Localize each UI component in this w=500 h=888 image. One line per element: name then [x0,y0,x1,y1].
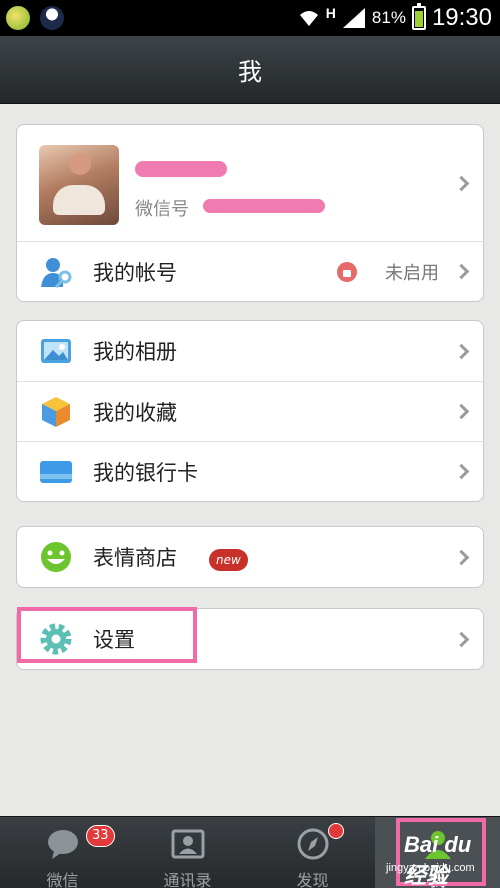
bank-card-icon [40,460,72,483]
tab-chats[interactable]: 33 微信 [0,817,125,888]
baidu-jingyan-watermark: Bai du 经验 jingyan.baidu.com [384,826,482,888]
my-account-label: 我的帐号 [93,260,177,285]
sticker-store-row[interactable]: 表情商店 new [17,527,483,587]
compass-icon [297,828,329,860]
network-type: H [325,5,336,21]
tab-chats-label: 微信 [46,871,79,888]
account-status: 未启用 [385,262,439,284]
profile-card: 微信号 我的帐号 未启用 [16,124,484,302]
favorites-cube-icon [42,396,70,427]
account-key-icon [41,257,72,288]
my-bank-card-row[interactable]: 我的银行卡 [17,441,483,501]
battery-percent: 81% [371,8,406,27]
chevron-right-icon [453,403,470,420]
lock-icon [337,261,357,282]
my-content-card: 我的相册 我的收藏 我的银行卡 [16,320,484,502]
chevron-right-icon [453,343,470,359]
my-account-row[interactable]: 我的帐号 未启用 [17,241,483,301]
sticker-store-label: 表情商店 [93,546,177,570]
chevron-right-icon [453,549,470,565]
chevron-right-icon [453,263,470,280]
chat-bubble-icon [48,830,78,859]
wifi-icon [299,11,318,26]
battery-icon [411,3,426,30]
app-notification-icon [6,6,30,30]
tab-discover-label: 发现 [296,871,329,888]
smiley-icon [41,542,71,572]
qq-notification-icon [40,6,64,30]
title-bar: 我 [0,36,500,104]
chevron-right-icon [453,631,470,647]
clock: 19:30 [431,4,492,31]
my-favorites-label: 我的收藏 [93,400,177,425]
my-bank-card-label: 我的银行卡 [93,460,198,485]
battery-level-fill [414,10,423,27]
avatar[interactable] [39,145,119,225]
my-album-label: 我的相册 [93,340,177,364]
redacted-wechat-id [203,199,325,213]
my-favorites-row[interactable]: 我的收藏 [17,381,483,441]
tab-contacts[interactable]: 通讯录 [125,817,250,888]
tab-contacts-label: 通讯录 [163,871,212,888]
sticker-card: 表情商店 new [16,526,484,588]
status-bar: H 81% 19:30 [0,0,500,36]
notification-icons [6,6,64,30]
watermark-brand: Bai du 经验 [404,832,472,888]
tab-discover[interactable]: 发现 [250,817,375,888]
photo-album-icon [41,339,71,363]
redacted-nickname [135,161,227,177]
signal-icon [342,8,365,28]
unread-count-badge: 33 [86,825,115,847]
chevron-right-icon [453,463,470,480]
profile-row[interactable]: 微信号 [17,125,483,241]
my-album-row[interactable]: 我的相册 [17,321,483,381]
settings-highlight-box [17,607,197,663]
new-activity-dot [328,823,344,839]
new-badge: new [209,549,248,571]
wechat-id-label: 微信号 [135,199,189,220]
chevron-right-icon [453,175,470,191]
page-title: 我 [238,58,262,86]
contacts-icon [171,829,205,859]
watermark-url: jingyan.baidu.com [386,862,475,874]
